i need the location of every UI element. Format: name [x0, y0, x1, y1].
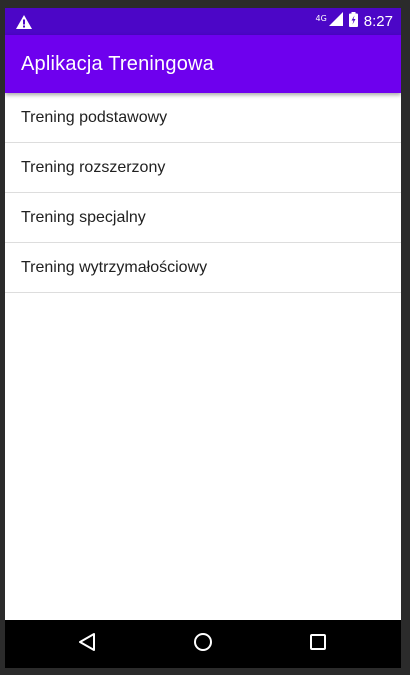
- status-bar: 4G 8:27: [5, 8, 401, 35]
- home-circle-icon: [193, 632, 213, 657]
- training-list: Trening podstawowy Trening rozszerzony T…: [5, 93, 401, 293]
- back-button[interactable]: [57, 620, 117, 668]
- navigation-bar: [5, 620, 401, 668]
- battery-charging-icon: [348, 11, 358, 32]
- list-item-trening-rozszerzony[interactable]: Trening rozszerzony: [5, 143, 401, 193]
- status-indicators: 4G 8:27: [315, 8, 393, 35]
- list-item-trening-wytrzymalosciowy[interactable]: Trening wytrzymałościowy: [5, 243, 401, 293]
- back-triangle-icon: [78, 632, 96, 657]
- list-item-trening-specjalny[interactable]: Trening specjalny: [5, 193, 401, 243]
- app-title: Aplikacja Treningowa: [21, 53, 214, 75]
- cell-signal-icon: [328, 12, 343, 31]
- phone-screen: 4G 8:27 Aplikacja Treningowa Trening pod…: [5, 8, 401, 668]
- app-bar: Aplikacja Treningowa: [5, 35, 401, 93]
- recents-square-icon: [309, 633, 327, 656]
- recents-button[interactable]: [288, 620, 348, 668]
- list-item-trening-podstawowy[interactable]: Trening podstawowy: [5, 93, 401, 143]
- home-button[interactable]: [173, 620, 233, 668]
- network-type-label: 4G: [315, 13, 327, 23]
- clock: 8:27: [363, 13, 393, 30]
- warning-icon: [15, 14, 33, 30]
